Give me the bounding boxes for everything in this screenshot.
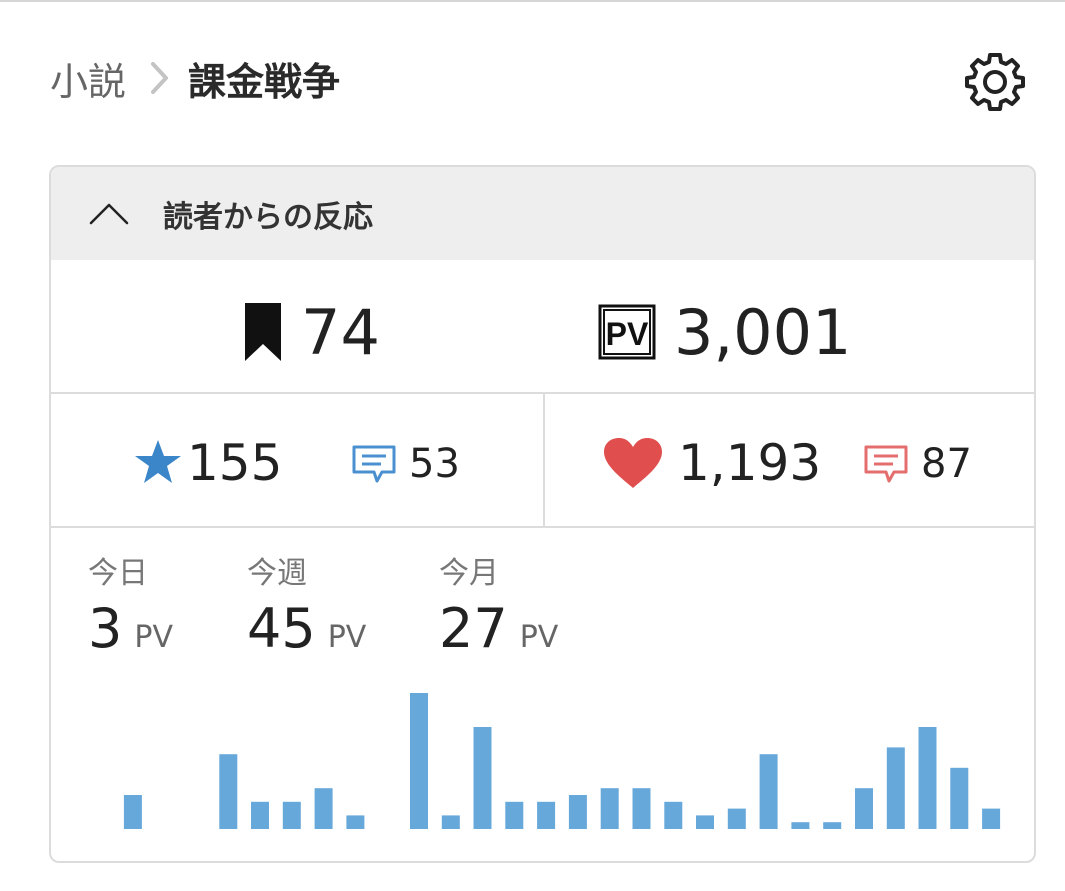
period-value: 27 <box>439 597 508 660</box>
panel-header[interactable]: 読者からの反応 <box>51 167 1034 260</box>
reader-reaction-panel: 読者からの反応 74 PV 3,001 155 53 1,193 87 今日 3… <box>49 165 1036 863</box>
chart-bar <box>600 788 619 829</box>
chart-bar <box>632 788 651 829</box>
pv-icon: PV <box>598 304 656 360</box>
page-view-count: 3,001 <box>674 295 852 369</box>
star-icon <box>135 440 181 483</box>
chart-bar <box>537 801 556 829</box>
period-week: 今週 45 PV <box>247 556 367 661</box>
chart-bar <box>410 693 428 829</box>
chart-bar <box>727 808 746 829</box>
heart-stat: 1,193 <box>602 433 821 493</box>
chart-bar <box>346 815 365 829</box>
chart-bar <box>982 808 1001 829</box>
chevron-right-icon <box>151 62 169 94</box>
heart-icon <box>604 438 662 488</box>
bookmark-stat: 74 <box>243 295 380 369</box>
comment-icon <box>864 445 908 483</box>
period-value: 45 <box>247 597 316 660</box>
star-count: 155 <box>187 434 283 492</box>
divider <box>543 394 545 526</box>
chart-bar <box>282 801 301 829</box>
page-title: 課金戦争 <box>188 59 341 104</box>
panel-title: 読者からの反応 <box>163 199 373 235</box>
chart-bar <box>568 795 587 829</box>
chart-bar <box>791 822 810 829</box>
divider <box>51 526 1034 528</box>
pv-icon-text: PV <box>606 316 649 352</box>
breadcrumb: 小説 課金戦争 <box>50 52 340 104</box>
period-today: 今日 3 PV <box>88 556 173 661</box>
period-unit: PV <box>134 620 173 655</box>
period-value: 3 <box>88 597 123 660</box>
page-view-stat: PV 3,001 <box>598 295 852 369</box>
chart-bar <box>823 822 842 829</box>
chart-bar <box>123 795 142 829</box>
chart-bar <box>473 727 492 829</box>
chart-bar <box>505 801 524 829</box>
period-label: 今日 <box>88 556 148 591</box>
period-label: 今週 <box>247 556 307 591</box>
top-divider <box>0 0 1065 2</box>
comment-icon <box>352 445 396 483</box>
chart-bar <box>886 747 905 829</box>
chart-bar <box>696 815 714 829</box>
heart-comment-stat[interactable]: 87 <box>863 439 972 489</box>
gear-icon[interactable] <box>963 50 1027 114</box>
chart-bar <box>664 801 683 829</box>
chart-bar <box>314 788 333 829</box>
chevron-up-icon[interactable] <box>87 199 131 229</box>
daily-pv-bar-chart <box>123 693 1001 829</box>
chart-bar <box>219 754 238 829</box>
period-label: 今月 <box>439 556 499 591</box>
bookmark-icon <box>245 303 281 361</box>
breadcrumb-parent-link[interactable]: 小説 <box>50 51 126 106</box>
star-comment-count: 53 <box>409 441 460 487</box>
heart-comment-count: 87 <box>921 441 972 487</box>
chart-bar <box>918 727 937 829</box>
chart-bar <box>855 788 873 829</box>
chart-bar <box>251 801 269 829</box>
period-unit: PV <box>519 620 559 655</box>
chart-bar <box>759 754 778 829</box>
period-month: 今月 27 PV <box>439 556 559 661</box>
bookmark-count: 74 <box>301 295 380 369</box>
star-stat: 155 <box>133 433 282 493</box>
star-comment-stat[interactable]: 53 <box>351 439 460 489</box>
heart-count: 1,193 <box>678 434 822 492</box>
chart-bar <box>441 815 460 829</box>
chart-bar <box>950 767 969 829</box>
period-unit: PV <box>327 620 367 655</box>
